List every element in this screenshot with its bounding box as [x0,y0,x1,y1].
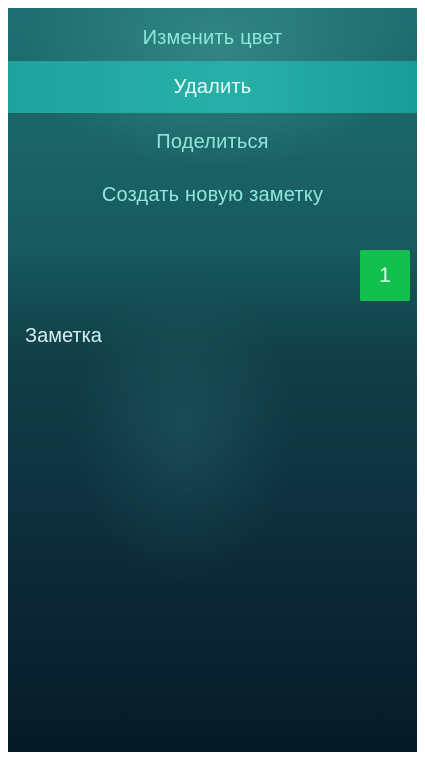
create-new-note-label: Создать новую заметку [101,184,324,206]
change-color-menu-item[interactable]: Изменить цвет [8,8,417,61]
note-number-badge[interactable]: 1 [360,250,410,301]
create-new-note-menu-item[interactable]: Создать новую заметку [8,170,417,224]
app-screen: Изменить цвет Удалить Поделиться Создать… [8,8,417,752]
share-menu-item[interactable]: Поделиться [8,113,417,170]
delete-menu-item[interactable]: Удалить [8,61,417,113]
context-menu: Изменить цвет Удалить Поделиться Создать… [8,8,417,224]
change-color-label: Изменить цвет [142,27,283,49]
share-label: Поделиться [156,131,269,153]
note-title[interactable]: Заметка [25,325,102,348]
delete-label: Удалить [173,76,252,98]
